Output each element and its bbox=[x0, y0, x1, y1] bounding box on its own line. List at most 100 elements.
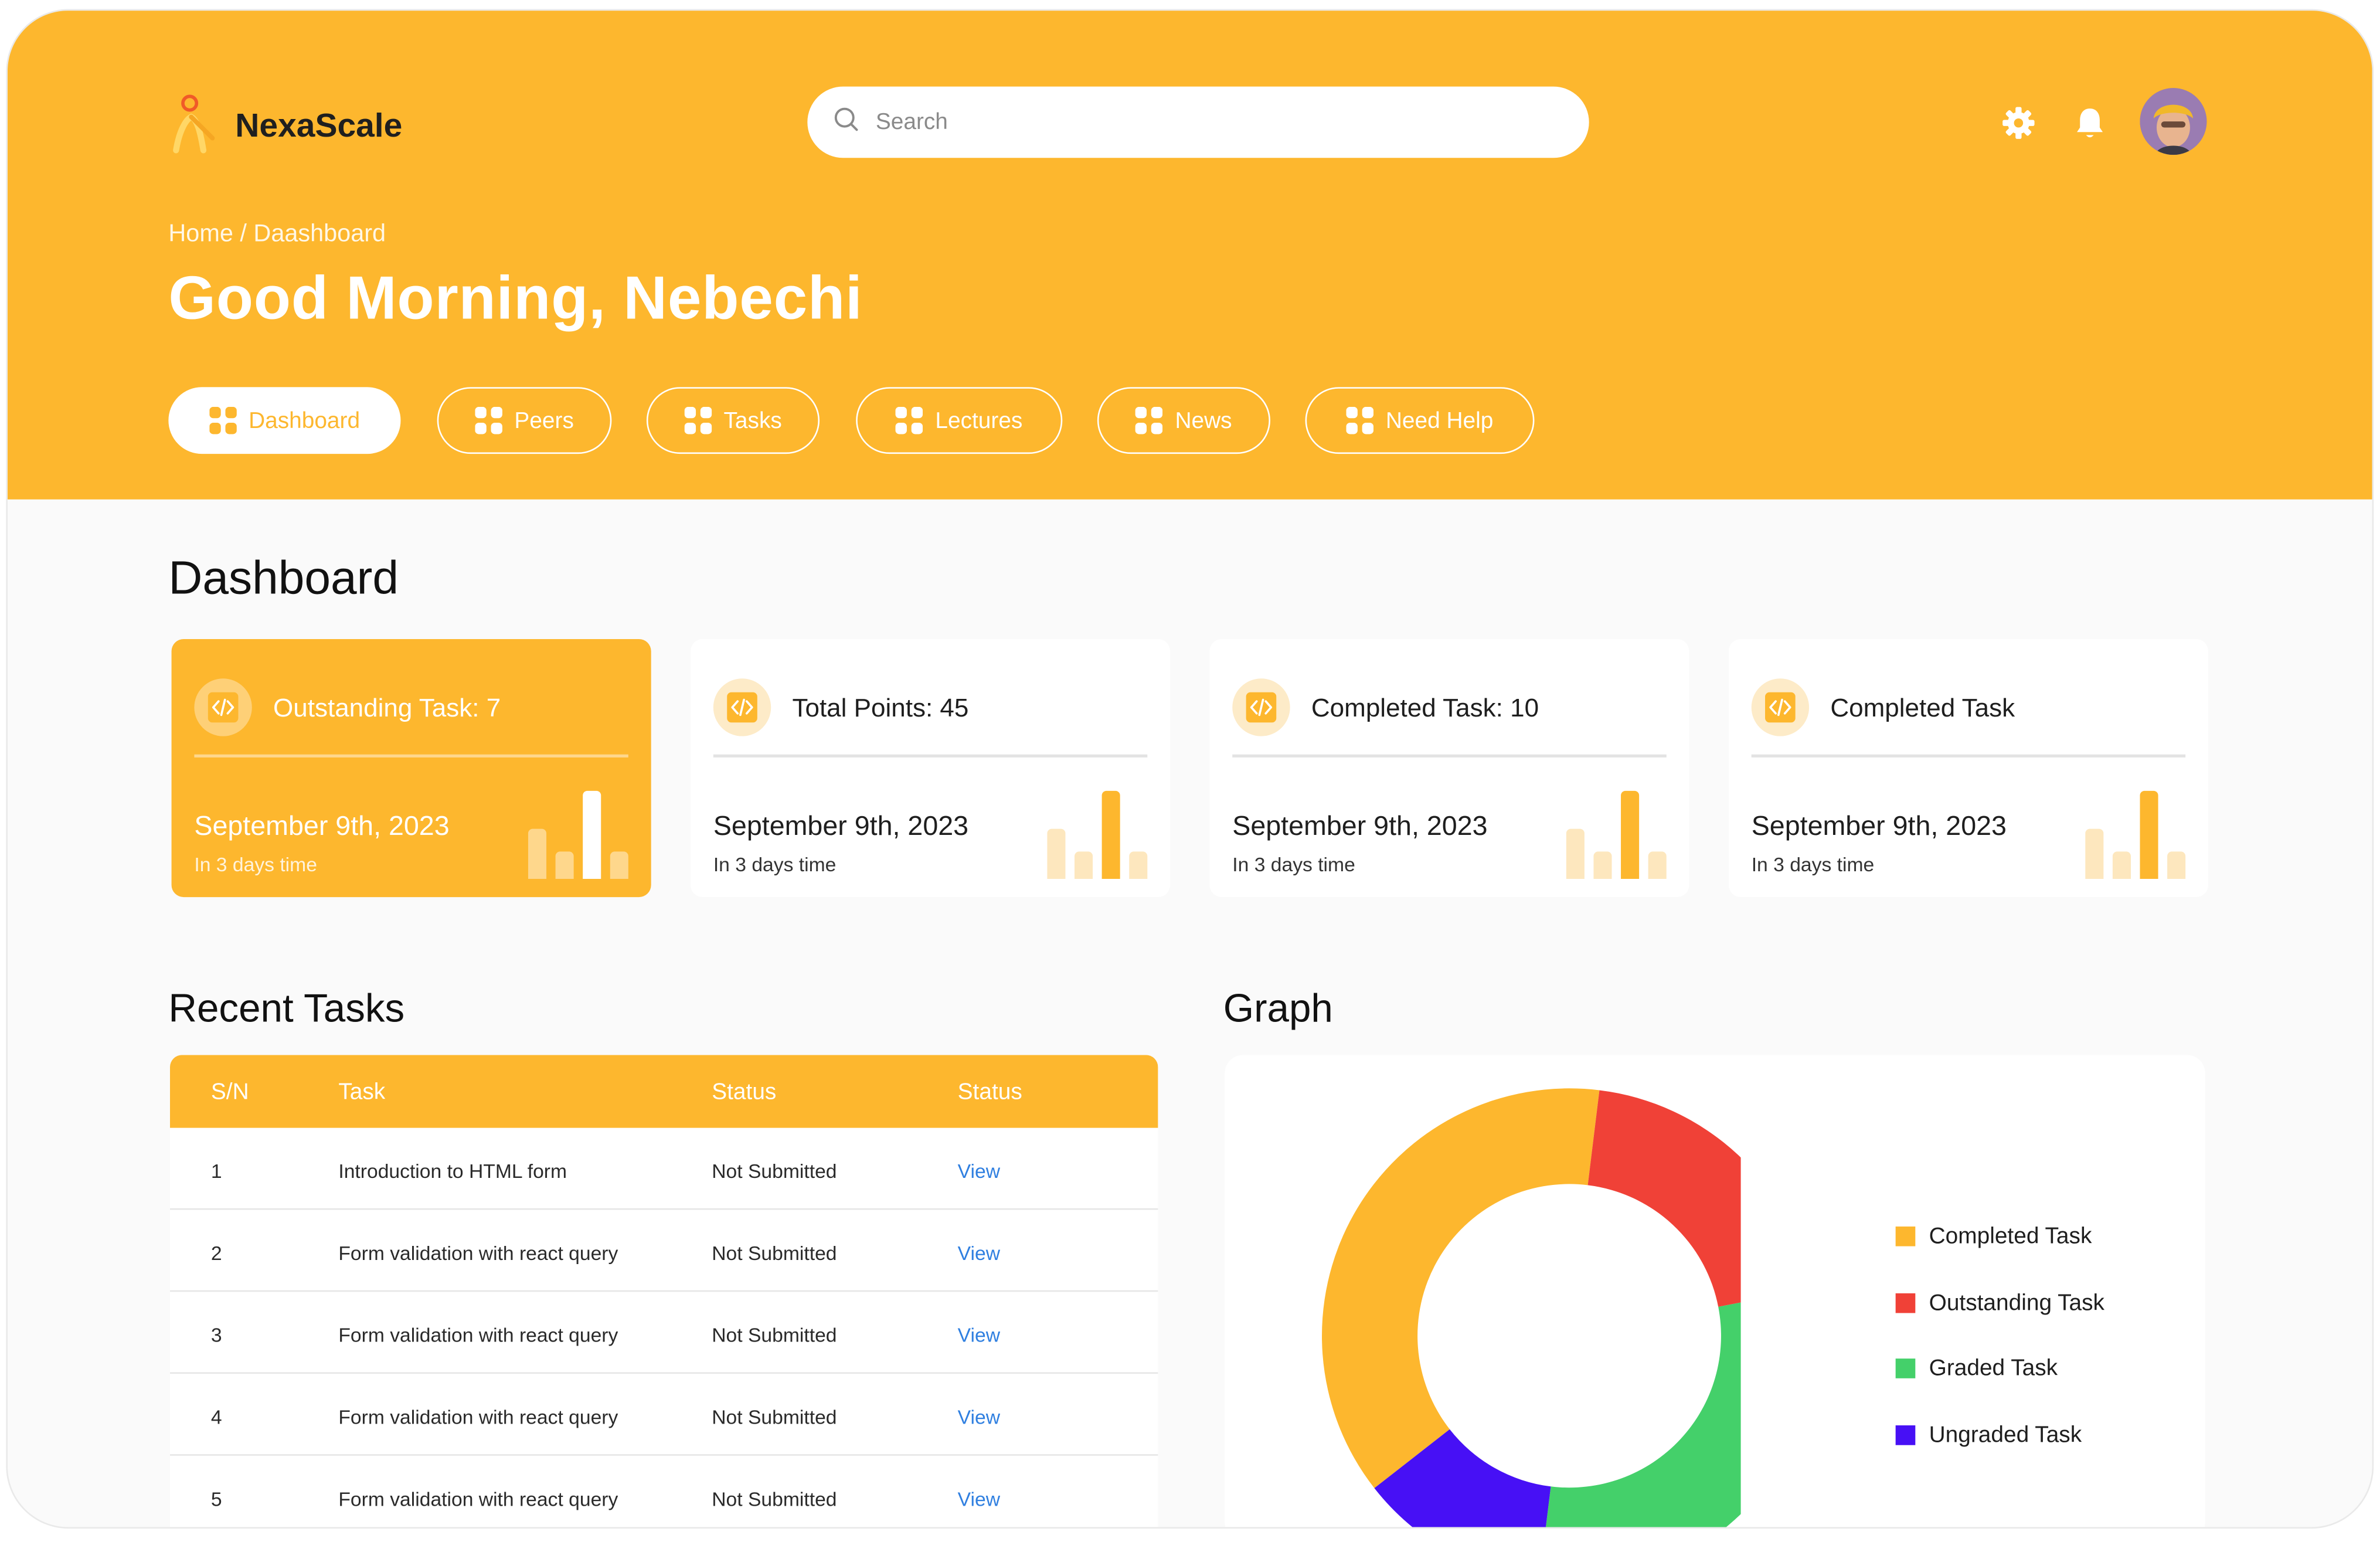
legend-swatch bbox=[1895, 1226, 1916, 1246]
row-sn: 1 bbox=[210, 1159, 222, 1183]
row-sn: 4 bbox=[210, 1405, 222, 1429]
legend-label: Ungraded Task bbox=[1929, 1421, 2082, 1448]
tab-lectures[interactable]: Lectures bbox=[856, 387, 1063, 454]
row-sn: 5 bbox=[210, 1487, 222, 1511]
divider bbox=[194, 754, 628, 758]
tab-label: Peers bbox=[514, 407, 574, 434]
code-icon bbox=[1751, 678, 1810, 736]
tab-label: Lectures bbox=[935, 407, 1023, 434]
column-header: Status bbox=[712, 1079, 777, 1105]
divider bbox=[1232, 754, 1667, 758]
tab-label: News bbox=[1175, 407, 1232, 434]
tab-news[interactable]: News bbox=[1097, 387, 1270, 454]
card-date: September 9th, 2023 bbox=[1751, 810, 2007, 841]
table-row: 3 Form validation with react query Not S… bbox=[169, 1292, 1158, 1374]
tab-need-help[interactable]: Need Help bbox=[1305, 387, 1535, 454]
card-title: Completed Task bbox=[1830, 694, 2015, 723]
column-header: Task bbox=[338, 1079, 386, 1105]
grid-icon bbox=[1135, 406, 1163, 434]
search-input[interactable] bbox=[872, 107, 1541, 137]
avatar[interactable] bbox=[2140, 88, 2207, 155]
tab-label: Dashboard bbox=[249, 407, 361, 434]
top-header: NexaScale Search Home / Daashboard Good … bbox=[7, 11, 2372, 500]
card-title: Total Points: 45 bbox=[792, 694, 969, 723]
row-status: Not Submitted bbox=[712, 1405, 837, 1429]
grid-icon bbox=[896, 406, 923, 434]
legend-item: Outstanding Task bbox=[1895, 1289, 2105, 1316]
graph-card: Completed Task Outstanding Task Graded Tas… bbox=[1225, 1055, 2205, 1527]
tab-label: Tasks bbox=[723, 407, 782, 434]
code-icon bbox=[713, 678, 771, 736]
bell-icon[interactable] bbox=[2070, 103, 2109, 142]
row-status: Not Submitted bbox=[712, 1159, 837, 1183]
table-header: S/N Task Status Status bbox=[169, 1055, 1158, 1128]
card-subtext: In 3 days time bbox=[713, 853, 837, 876]
table-row: 2 Form validation with react query Not S… bbox=[169, 1210, 1158, 1292]
tab-peers[interactable]: Peers bbox=[437, 387, 612, 454]
app-window: NexaScale Search Home / Daashboard Good … bbox=[7, 11, 2372, 1527]
tab-tasks[interactable]: Tasks bbox=[646, 387, 820, 454]
grid-icon bbox=[475, 406, 502, 434]
tab-label: Need Help bbox=[1385, 407, 1494, 434]
legend-label: Outstanding Task bbox=[1929, 1289, 2105, 1316]
donut-slice-outstanding-task bbox=[1587, 1090, 1741, 1307]
row-sn: 2 bbox=[210, 1241, 222, 1265]
legend-label: Graded Task bbox=[1929, 1355, 2058, 1381]
gear-icon[interactable] bbox=[1999, 103, 2038, 142]
divider bbox=[713, 754, 1148, 758]
view-link[interactable]: View bbox=[958, 1405, 1000, 1428]
donut-slice-completed-task bbox=[1322, 1088, 1600, 1489]
card-date: September 9th, 2023 bbox=[713, 810, 969, 841]
row-status: Not Submitted bbox=[712, 1241, 837, 1265]
grid-icon bbox=[684, 406, 712, 434]
search-bar[interactable] bbox=[807, 86, 1589, 158]
table-row: 5 Form validation with react query Not S… bbox=[170, 1456, 1158, 1527]
page-title: Good Morning, Nebechi bbox=[168, 266, 863, 332]
tab-dashboard[interactable]: Dashboard bbox=[168, 387, 401, 454]
row-task: Form validation with react query bbox=[338, 1323, 618, 1347]
search-icon bbox=[833, 106, 859, 139]
mini-bar-chart-icon bbox=[1566, 788, 1670, 879]
recent-tasks-title: Recent Tasks bbox=[168, 985, 405, 1031]
row-task: Form validation with react query bbox=[338, 1405, 618, 1429]
legend-swatch bbox=[1895, 1424, 1916, 1445]
graph-title: Graph bbox=[1223, 985, 1333, 1031]
card-subtext: In 3 days time bbox=[1232, 853, 1355, 876]
grid-icon bbox=[1346, 406, 1374, 434]
mini-bar-chart-icon bbox=[1047, 788, 1150, 879]
row-status: Not Submitted bbox=[712, 1487, 837, 1511]
row-status: Not Submitted bbox=[712, 1323, 837, 1347]
stat-card-outstanding[interactable]: Outstanding Task: 7 September 9th, 2023 … bbox=[171, 638, 651, 898]
view-link[interactable]: View bbox=[958, 1324, 1000, 1347]
breadcrumb[interactable]: Home / Daashboard bbox=[168, 222, 386, 249]
row-sn: 3 bbox=[210, 1323, 222, 1347]
row-task: Form validation with react query bbox=[338, 1487, 618, 1511]
code-icon bbox=[1232, 678, 1290, 736]
donut-chart bbox=[1322, 1088, 1741, 1527]
legend-item: Ungraded Task bbox=[1895, 1421, 2082, 1448]
logo[interactable]: NexaScale bbox=[167, 93, 403, 154]
mini-bar-chart-icon bbox=[2085, 788, 2188, 879]
view-link[interactable]: View bbox=[958, 1242, 1000, 1265]
dashboard-title: Dashboard bbox=[168, 551, 399, 604]
grid-icon bbox=[209, 406, 237, 434]
view-link[interactable]: View bbox=[958, 1160, 1000, 1183]
divider bbox=[1751, 754, 2186, 758]
donut-slice-graded-task bbox=[1545, 1302, 1741, 1527]
stat-card-completed-2[interactable]: Completed Task September 9th, 2023 In 3 … bbox=[1728, 638, 2208, 898]
card-title: Completed Task: 10 bbox=[1311, 694, 1539, 723]
card-date: September 9th, 2023 bbox=[1232, 810, 1488, 841]
column-header: S/N bbox=[210, 1079, 249, 1105]
row-task: Form validation with react query bbox=[338, 1241, 618, 1265]
logo-icon bbox=[167, 93, 222, 154]
stat-card-completed[interactable]: Completed Task: 10 September 9th, 2023 I… bbox=[1209, 638, 1689, 898]
card-subtext: In 3 days time bbox=[194, 853, 317, 876]
card-date: September 9th, 2023 bbox=[194, 810, 450, 841]
stat-card-points[interactable]: Total Points: 45 September 9th, 2023 In … bbox=[690, 638, 1171, 898]
view-link[interactable]: View bbox=[958, 1487, 1000, 1510]
app-name: NexaScale bbox=[235, 106, 403, 144]
legend-item: Graded Task bbox=[1895, 1355, 2058, 1381]
mini-bar-chart-icon bbox=[528, 788, 631, 879]
column-header: Status bbox=[957, 1079, 1022, 1105]
legend-item: Completed Task bbox=[1895, 1224, 2092, 1249]
